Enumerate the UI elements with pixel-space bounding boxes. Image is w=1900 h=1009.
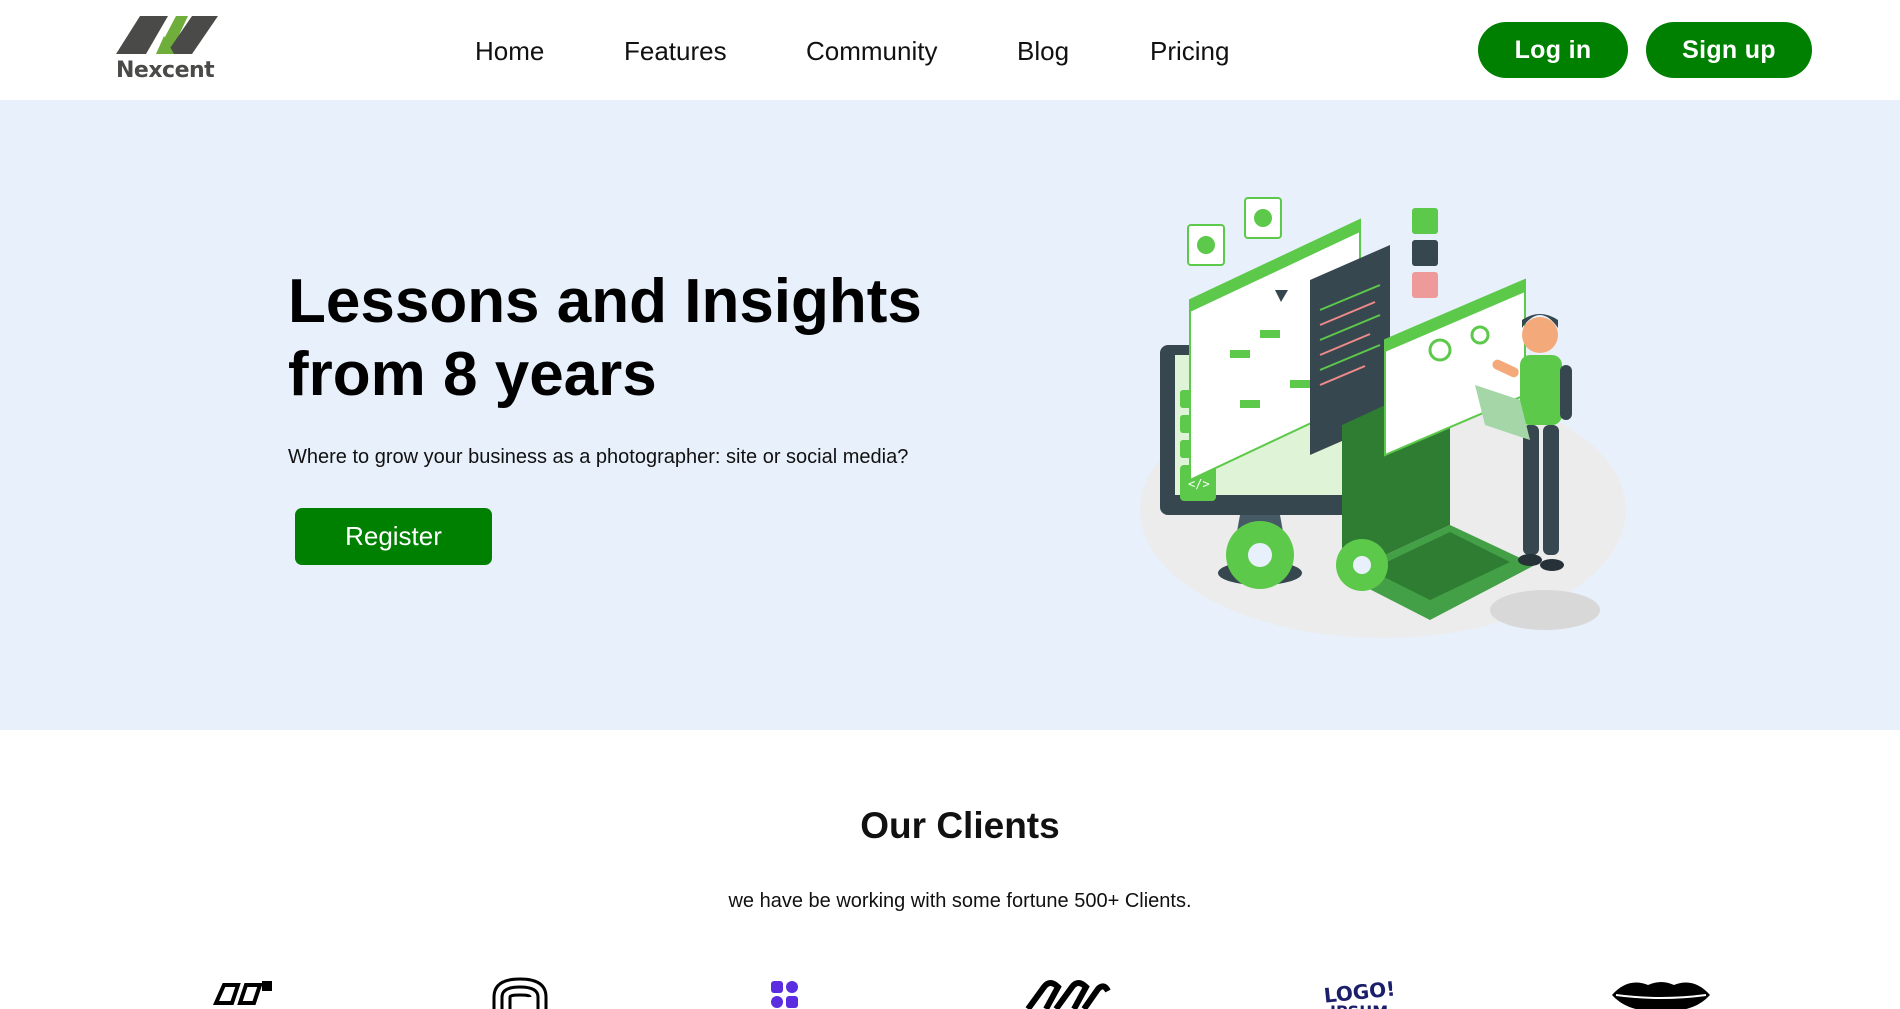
login-button[interactable]: Log in — [1478, 22, 1628, 78]
nav-blog[interactable]: Blog — [1017, 36, 1069, 67]
hero-title: Lessons and Insights from 8 years — [288, 267, 922, 409]
svg-text:IPSUM: IPSUM — [1330, 1002, 1388, 1009]
client-logo-3-icon — [771, 981, 798, 1008]
client-logo-lips-icon — [1612, 982, 1710, 1009]
signup-button[interactable]: Sign up — [1646, 22, 1812, 78]
nav-home[interactable]: Home — [475, 36, 544, 67]
top-navbar: Nexcent Home Features Community Blog Pri… — [0, 0, 1900, 100]
hero-illustration: </> — [1130, 180, 1630, 650]
register-button[interactable]: Register — [295, 508, 492, 565]
nexcent-logo-mark-icon — [116, 16, 218, 54]
nexcent-logo[interactable]: Nexcent — [114, 14, 220, 84]
clients-title: Our Clients — [860, 805, 1060, 846]
nav-features[interactable]: Features — [624, 36, 727, 67]
client-logo-4-icon — [1025, 980, 1111, 1009]
client-logo-logoipsum-icon: LOGO! IPSUM — [1323, 976, 1397, 1009]
logo-wordmark: Nexcent — [116, 58, 215, 83]
client-logo-2-icon — [492, 977, 548, 1009]
nav-pricing[interactable]: Pricing — [1150, 36, 1229, 67]
hero-section: Lessons and Insights from 8 years Where … — [0, 100, 1900, 730]
developer-illustration-icon: </> — [1140, 197, 1626, 638]
nav-community[interactable]: Community — [806, 36, 937, 67]
clients-subtitle: we have be working with some fortune 500… — [728, 890, 1192, 912]
client-logo-1-icon — [212, 981, 272, 1005]
hero-subtitle: Where to grow your business as a photogr… — [288, 446, 909, 468]
